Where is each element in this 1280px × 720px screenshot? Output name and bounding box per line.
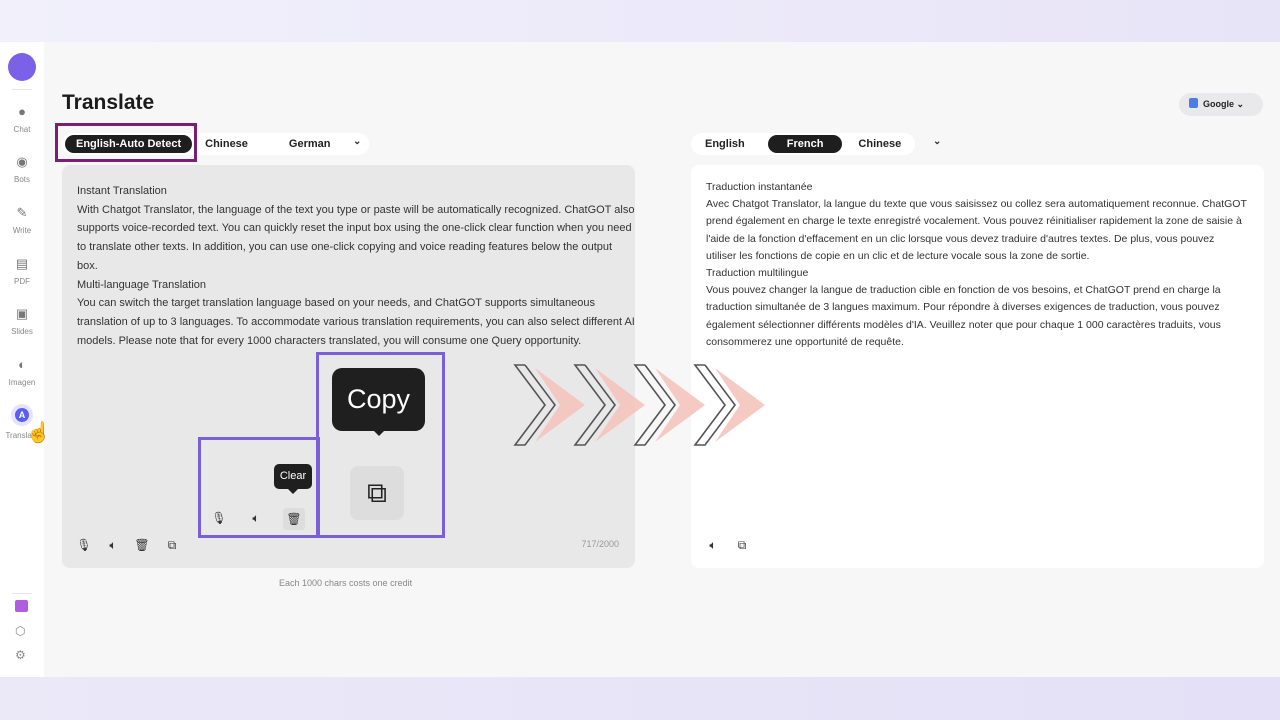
google-translate-icon <box>1189 98 1198 108</box>
sidebar-item-write[interactable]: ✎ Write <box>0 205 44 235</box>
speaker-icon[interactable]: 🔈︎ <box>105 538 121 553</box>
top-band <box>0 0 1280 42</box>
text-line: to translate other texts. In addition, y… <box>77 241 613 254</box>
sidebar-item-label: Chat <box>13 125 31 134</box>
copy-tooltip: Copy <box>332 368 425 436</box>
text-line: traduction simultanée de 3 langues maxim… <box>706 301 1220 314</box>
tab-french[interactable]: French <box>767 135 843 153</box>
chevron-arrow-icon <box>693 364 765 446</box>
chevron-down-icon[interactable]: ⌄ <box>933 136 941 147</box>
tab-german[interactable]: German <box>278 135 342 153</box>
text-line: également sélectionner différents modèle… <box>706 318 1221 331</box>
tab-chinese[interactable]: Chinese <box>194 135 259 153</box>
settings-icon[interactable]: ⚙ <box>15 648 26 662</box>
bottom-band <box>0 677 1280 720</box>
text-line: You can switch the target translation la… <box>77 297 595 310</box>
translated-text: Traduction instantanée Avec Chatgot Tran… <box>706 179 1247 351</box>
divider <box>12 89 32 90</box>
chat-icon: ● <box>18 104 26 119</box>
gift-icon[interactable] <box>15 600 28 612</box>
tab-english[interactable]: English <box>694 135 756 153</box>
pdf-icon: ▤ <box>15 256 29 271</box>
copy-icon: ⧉ <box>350 466 404 520</box>
avatar[interactable] <box>8 53 36 81</box>
sidebar-item-imagen[interactable]: ◐ Imagen <box>0 357 44 387</box>
text-line: Avec Chatgot Translator, la langue du te… <box>706 198 1247 211</box>
text-line: l'aide de la fonction d'effacement en un… <box>706 232 1215 245</box>
char-count: 717/2000 <box>581 539 619 549</box>
tab-chinese-target[interactable]: Chinese <box>847 135 912 153</box>
chevron-arrow-icon <box>633 364 705 446</box>
slides-icon: ▣ <box>15 306 29 321</box>
text-line: translation of up to 3 languages. To acc… <box>77 315 635 328</box>
text-line: utiliser les fonctions de copie en un cl… <box>706 249 1090 262</box>
translation-output: Traduction instantanée Avec Chatgot Tran… <box>691 165 1264 568</box>
text-line: Instant Translation <box>77 185 167 197</box>
sidebar-item-label: PDF <box>14 277 30 286</box>
text-line: supports voice-recorded text. You can qu… <box>77 222 632 235</box>
text-line: consommerez une opportunité de requête. <box>706 335 904 348</box>
sidebar-item-pdf[interactable]: ▤ PDF <box>0 256 44 286</box>
text-line: Multi-language Translation <box>77 278 207 291</box>
bot-icon: ◉ <box>16 154 28 169</box>
sidebar-item-label: Bots <box>13 175 30 184</box>
sidebar-item-chat[interactable]: ● Chat <box>0 104 44 134</box>
cube-icon[interactable]: ⬡ <box>15 624 25 638</box>
text-line: Traduction multilingue <box>706 267 809 280</box>
text-line: Traduction instantanée <box>706 181 813 193</box>
engine-select[interactable]: Google ⌄ <box>1179 93 1263 116</box>
highlight-box <box>55 123 197 162</box>
source-text[interactable]: Instant Translation With Chatgot Transla… <box>77 182 635 350</box>
trash-icon: 🗑︎ <box>283 508 305 530</box>
highlight-box: 🎙︎ 🔈︎ 🗑︎ Clear <box>198 437 320 538</box>
pen-icon: ✎ <box>16 205 28 220</box>
speaker-icon: 🔈︎ <box>252 511 260 525</box>
microphone-icon: 🎙︎ <box>211 511 227 525</box>
text-line: models. Please note that for every 1000 … <box>77 334 582 347</box>
image-icon: ◐ <box>18 357 26 372</box>
highlight-box: Copy ⧉ <box>316 352 445 538</box>
chevron-arrow-icon <box>513 364 585 446</box>
copy-icon[interactable]: ⧉ <box>164 538 180 553</box>
sidebar-item-bots[interactable]: ◉ Bots <box>0 154 44 184</box>
trash-icon[interactable]: 🗑︎ <box>134 538 150 552</box>
sidebar-item-label: Slides <box>11 327 33 336</box>
text-line: With Chatgot Translator, the language of… <box>77 203 635 216</box>
target-language-tabs: English French Chinese <box>691 133 916 155</box>
arrows-decoration <box>513 364 765 446</box>
microphone-icon[interactable]: 🎙︎ <box>76 538 92 552</box>
chevron-arrow-icon <box>573 364 645 446</box>
credit-note: Each 1000 chars costs one credit <box>279 578 413 588</box>
divider <box>12 593 32 594</box>
chevron-down-icon[interactable]: ⌄ <box>353 136 361 147</box>
sidebar-item-label: Write <box>12 226 32 235</box>
sidebar: ● Chat ◉ Bots ✎ Write ▤ PDF ▣ Slides ◐ Imagen … <box>0 42 51 677</box>
speaker-icon[interactable]: 🔈︎ <box>705 538 721 553</box>
text-line: Vous pouvez changer la langue de traduct… <box>706 284 1221 297</box>
clear-tooltip: Clear <box>274 464 312 494</box>
text-line: box. <box>77 259 98 272</box>
page-title: Translate <box>62 91 155 114</box>
chevron-down-icon: ⌄ <box>1236 99 1245 109</box>
engine-label: Google <box>1203 99 1234 109</box>
copy-icon[interactable]: ⧉ <box>734 538 750 553</box>
sidebar-item-label: Imagen <box>8 378 36 387</box>
sidebar-item-slides[interactable]: ▣ Slides <box>0 306 44 336</box>
text-line: prend également en charge le texte enreg… <box>706 215 1242 228</box>
hand-cursor-icon: ☝ <box>26 422 51 444</box>
